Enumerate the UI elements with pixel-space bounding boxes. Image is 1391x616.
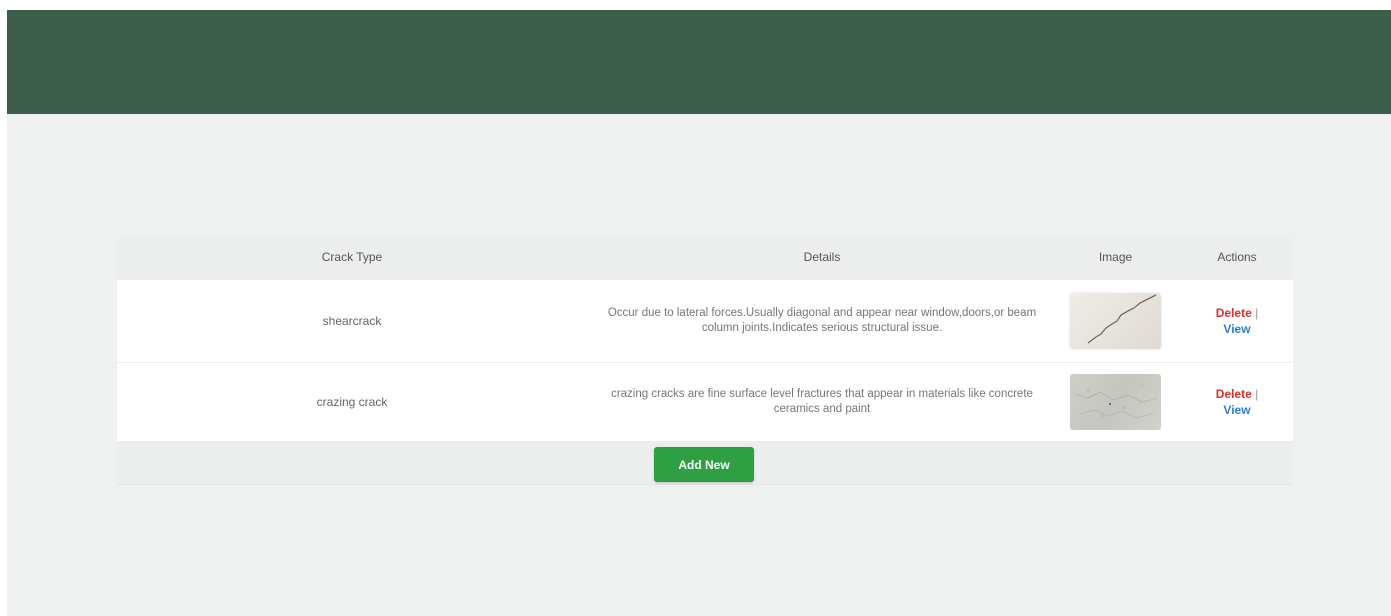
view-link[interactable]: View <box>1223 322 1250 336</box>
column-header-actions: Actions <box>1217 250 1257 264</box>
shear-crack-photo-icon <box>1087 294 1157 344</box>
top-header-bar <box>7 10 1391 114</box>
page: Crack Type Details Image Actions shearcr… <box>7 10 1391 616</box>
column-header-details: Details <box>803 250 841 264</box>
view-link[interactable]: View <box>1223 403 1250 417</box>
row-actions: Delete | View <box>1197 305 1277 337</box>
table-row: crazing crack crazing cracks are fine su… <box>117 363 1293 441</box>
action-separator: | <box>1255 306 1259 320</box>
table-header-row: Crack Type Details Image Actions <box>117 238 1293 280</box>
action-separator: | <box>1255 387 1259 401</box>
crazing-crack-photo-icon <box>1074 391 1159 419</box>
column-header-crack-type: Crack Type <box>321 250 383 264</box>
crack-type-cell: shearcrack <box>322 314 382 328</box>
delete-link[interactable]: Delete <box>1216 387 1252 401</box>
crack-types-table: Crack Type Details Image Actions shearcr… <box>117 238 1293 485</box>
add-new-button[interactable]: Add New <box>654 447 754 482</box>
row-actions: Delete | View <box>1197 386 1277 418</box>
delete-link[interactable]: Delete <box>1216 306 1252 320</box>
shear-crack-image <box>1070 293 1161 349</box>
column-header-image: Image <box>1098 250 1133 264</box>
crazing-crack-image <box>1070 374 1161 430</box>
table-row: shearcrack Occur due to lateral forces.U… <box>117 280 1293 363</box>
details-cell: crazing cracks are fine surface level fr… <box>611 388 1033 415</box>
table-body: shearcrack Occur due to lateral forces.U… <box>117 280 1293 441</box>
details-cell: Occur due to lateral forces.Usually diag… <box>607 307 1037 334</box>
crack-type-cell: crazing crack <box>316 395 388 409</box>
